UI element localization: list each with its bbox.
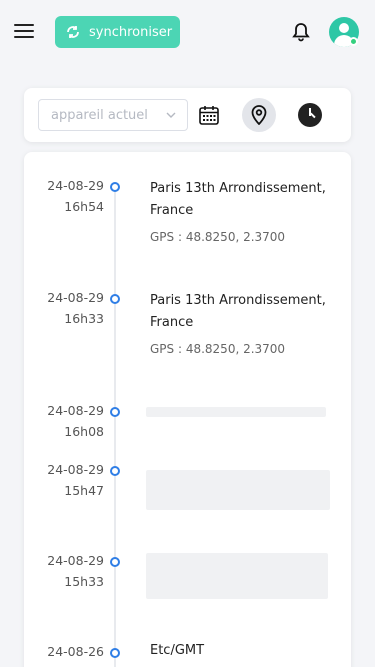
timeline-dot	[110, 407, 120, 417]
bell-icon[interactable]	[290, 21, 312, 43]
sync-button[interactable]: synchroniser	[55, 16, 180, 48]
entry-date: 24-08-26	[47, 644, 104, 659]
online-status-dot	[349, 37, 358, 46]
timeline-dot	[110, 294, 120, 304]
calendar-icon[interactable]	[198, 104, 220, 126]
entry-time: 16h54	[64, 199, 104, 214]
redacted-content	[146, 407, 326, 417]
redacted-content	[146, 470, 330, 510]
clock-icon[interactable]	[298, 103, 322, 127]
entry-time: 16h33	[64, 311, 104, 326]
entry-place: Etc/GMT	[150, 643, 205, 658]
entry-date: 24-08-29	[47, 178, 104, 193]
timeline-dot	[110, 648, 120, 658]
entry-date: 24-08-29	[47, 553, 104, 568]
entry-place: Paris 13th Arrondissement, France	[150, 181, 326, 218]
entry-date: 24-08-29	[47, 403, 104, 418]
entry-gps: GPS : 48.8250, 2.3700	[150, 230, 286, 244]
map-pin-icon	[251, 105, 267, 125]
entry-date: 24-08-29	[47, 290, 104, 305]
location-filter-button[interactable]	[242, 98, 276, 132]
device-select[interactable]: appareil actuel	[38, 99, 188, 131]
menu-icon[interactable]	[14, 22, 36, 40]
device-select-placeholder: appareil actuel	[51, 107, 148, 123]
timeline-line	[114, 184, 116, 667]
entry-time: 15h33	[64, 574, 104, 589]
timeline-dot	[110, 182, 120, 192]
entry-time: 15h47	[64, 483, 104, 498]
entry-place: Paris 13th Arrondissement, France	[150, 293, 326, 330]
entry-time: 16h08	[64, 424, 104, 439]
timeline-dot	[110, 557, 120, 567]
filter-bar: appareil actuel	[24, 88, 351, 142]
sync-icon	[67, 26, 79, 38]
user-icon	[339, 23, 349, 33]
entry-gps: GPS : 48.8250, 2.3700	[150, 342, 286, 356]
redacted-content	[146, 553, 328, 599]
timeline-dot	[110, 466, 120, 476]
app-header: synchroniser	[0, 0, 375, 64]
sync-label: synchroniser	[89, 24, 173, 40]
chevron-down-icon	[166, 112, 176, 118]
entry-date: 24-08-29	[47, 462, 104, 477]
